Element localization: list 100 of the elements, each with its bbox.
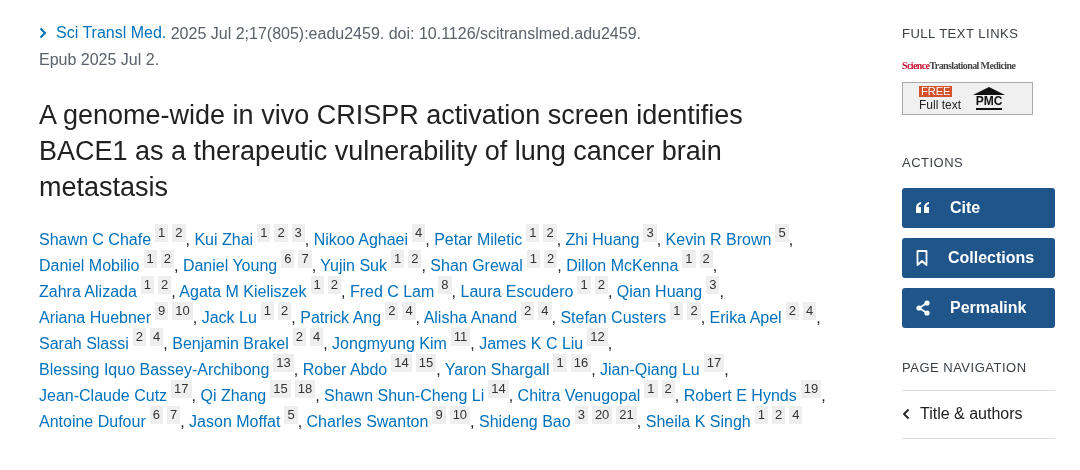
- author-link[interactable]: Jean-Claude Cutz: [39, 387, 168, 404]
- action-button[interactable]: Collections: [902, 238, 1055, 278]
- affiliation-link[interactable]: 2: [785, 302, 799, 320]
- affiliation-link[interactable]: 13: [273, 354, 294, 372]
- affiliation-link[interactable]: 15: [415, 354, 437, 372]
- affiliation-link[interactable]: 2: [385, 302, 399, 320]
- affiliation-link[interactable]: 21: [616, 406, 637, 424]
- affiliation-link[interactable]: 1: [526, 224, 540, 242]
- author-link[interactable]: Kui Zhai: [194, 231, 254, 248]
- affiliation-link[interactable]: 14: [391, 354, 412, 372]
- affiliation-link[interactable]: 16: [570, 354, 592, 372]
- author-link[interactable]: Nikoo Aghaei: [313, 231, 409, 248]
- affiliation-link[interactable]: 2: [771, 406, 786, 424]
- author-link[interactable]: Petar Miletic: [434, 231, 523, 248]
- author-link[interactable]: Jian-Qiang Lu: [600, 361, 700, 378]
- affiliation-link[interactable]: 1: [155, 224, 169, 242]
- affiliation-link[interactable]: 19: [800, 380, 822, 398]
- author-link[interactable]: Kevin R Brown: [665, 231, 772, 248]
- author-link[interactable]: Dillon McKenna: [566, 257, 679, 274]
- author-link[interactable]: Antoine Dufour: [39, 413, 146, 430]
- author-link[interactable]: Fred C Lam: [349, 283, 435, 300]
- affiliation-link[interactable]: 2: [408, 250, 422, 268]
- affiliation-link[interactable]: 1: [391, 250, 405, 268]
- affiliation-link[interactable]: 2: [699, 250, 713, 268]
- author-link[interactable]: Ariana Huebner: [39, 309, 152, 326]
- affiliation-link[interactable]: 2: [594, 276, 608, 294]
- author-link[interactable]: Shawn Shun-Cheng Li: [324, 387, 485, 404]
- affiliation-link[interactable]: 1: [670, 302, 684, 320]
- affiliation-link[interactable]: 5: [284, 406, 298, 424]
- affiliation-link[interactable]: 18: [294, 380, 316, 398]
- affiliation-link[interactable]: 4: [150, 328, 164, 346]
- author-link[interactable]: Stefan Custers: [560, 309, 667, 326]
- author-link[interactable]: Qian Huang: [616, 283, 703, 300]
- affiliation-link[interactable]: 2: [278, 302, 292, 320]
- author-link[interactable]: Jack Lu: [201, 309, 257, 326]
- author-link[interactable]: Charles Swanton: [306, 413, 429, 430]
- affiliation-link[interactable]: 4: [802, 302, 817, 320]
- action-button[interactable]: Cite: [902, 188, 1055, 228]
- affiliation-link[interactable]: 2: [327, 276, 341, 294]
- affiliation-link[interactable]: 2: [521, 302, 535, 320]
- affiliation-link[interactable]: 2: [132, 328, 147, 346]
- author-link[interactable]: Robert E Hynds: [683, 387, 797, 404]
- author-link[interactable]: Yujin Suk: [320, 257, 387, 274]
- author-link[interactable]: Shan Grewal: [430, 257, 523, 274]
- affiliation-link[interactable]: 1: [310, 276, 324, 294]
- author-link[interactable]: Qi Zhang: [200, 387, 267, 404]
- affiliation-link[interactable]: 12: [587, 328, 608, 346]
- affiliation-link[interactable]: 2: [661, 380, 675, 398]
- affiliation-link[interactable]: 7: [166, 406, 181, 424]
- affiliation-link[interactable]: 2: [274, 224, 288, 242]
- affiliation-link[interactable]: 2: [687, 302, 701, 320]
- affiliation-link[interactable]: 3: [706, 276, 720, 294]
- affiliation-link[interactable]: 20: [591, 406, 613, 424]
- affiliation-link[interactable]: 10: [449, 406, 471, 424]
- affiliation-link[interactable]: 2: [543, 224, 557, 242]
- affiliation-link[interactable]: 1: [143, 250, 157, 268]
- affiliation-link[interactable]: 4: [412, 224, 426, 242]
- affiliation-link[interactable]: 1: [260, 302, 275, 320]
- affiliation-link[interactable]: 15: [270, 380, 291, 398]
- affiliation-link[interactable]: 2: [160, 250, 174, 268]
- author-link[interactable]: James K C Liu: [479, 335, 584, 352]
- author-link[interactable]: Agata M Kieliszek: [179, 283, 307, 300]
- author-link[interactable]: Zahra Alizada: [39, 283, 137, 300]
- author-link[interactable]: Benjamin Brakel: [172, 335, 289, 352]
- author-link[interactable]: Erika Apel: [709, 309, 782, 326]
- affiliation-link[interactable]: 5: [775, 224, 789, 242]
- author-link[interactable]: Daniel Young: [182, 257, 278, 274]
- affiliation-link[interactable]: 7: [298, 250, 312, 268]
- affiliation-link[interactable]: 1: [682, 250, 696, 268]
- pmc-full-text-badge[interactable]: FREE Full text PMC: [902, 81, 1033, 115]
- affiliation-link[interactable]: 10: [172, 302, 193, 320]
- author-link[interactable]: Blessing Iquo Bassey-Archibong: [39, 361, 270, 378]
- affiliation-link[interactable]: 9: [155, 302, 169, 320]
- author-link[interactable]: Shawn C Chafe: [39, 231, 152, 248]
- affiliation-link[interactable]: 4: [789, 406, 803, 424]
- affiliation-link[interactable]: 11: [450, 328, 471, 346]
- author-link[interactable]: Alisha Anand: [423, 309, 518, 326]
- author-link[interactable]: Shideng Bao: [479, 413, 571, 430]
- affiliation-link[interactable]: 1: [140, 276, 155, 294]
- author-link[interactable]: Sheila K Singh: [645, 413, 751, 430]
- affiliation-link[interactable]: 17: [171, 380, 192, 398]
- author-link[interactable]: Daniel Mobilio: [39, 257, 140, 274]
- author-link[interactable]: Laura Escudero: [460, 283, 574, 300]
- author-link[interactable]: Jason Moffat: [189, 413, 281, 430]
- affiliation-link[interactable]: 2: [158, 276, 172, 294]
- author-link[interactable]: Yaron Shargall: [444, 361, 550, 378]
- affiliation-link[interactable]: 1: [754, 406, 768, 424]
- affiliation-link[interactable]: 1: [644, 380, 658, 398]
- affiliation-link[interactable]: 3: [643, 224, 657, 242]
- author-link[interactable]: Zhi Huang: [565, 231, 640, 248]
- affiliation-link[interactable]: 6: [149, 406, 163, 424]
- affiliation-link[interactable]: 1: [257, 224, 271, 242]
- author-link[interactable]: Sarah Slassi: [39, 335, 129, 352]
- action-button[interactable]: Permalink: [902, 288, 1055, 328]
- affiliation-link[interactable]: 4: [402, 302, 416, 320]
- affiliation-link[interactable]: 4: [538, 302, 552, 320]
- affiliation-link[interactable]: 2: [544, 250, 558, 268]
- nav-link[interactable]: Title & authors: [902, 390, 1055, 439]
- affiliation-link[interactable]: 4: [309, 328, 324, 346]
- affiliation-link[interactable]: 8: [438, 276, 452, 294]
